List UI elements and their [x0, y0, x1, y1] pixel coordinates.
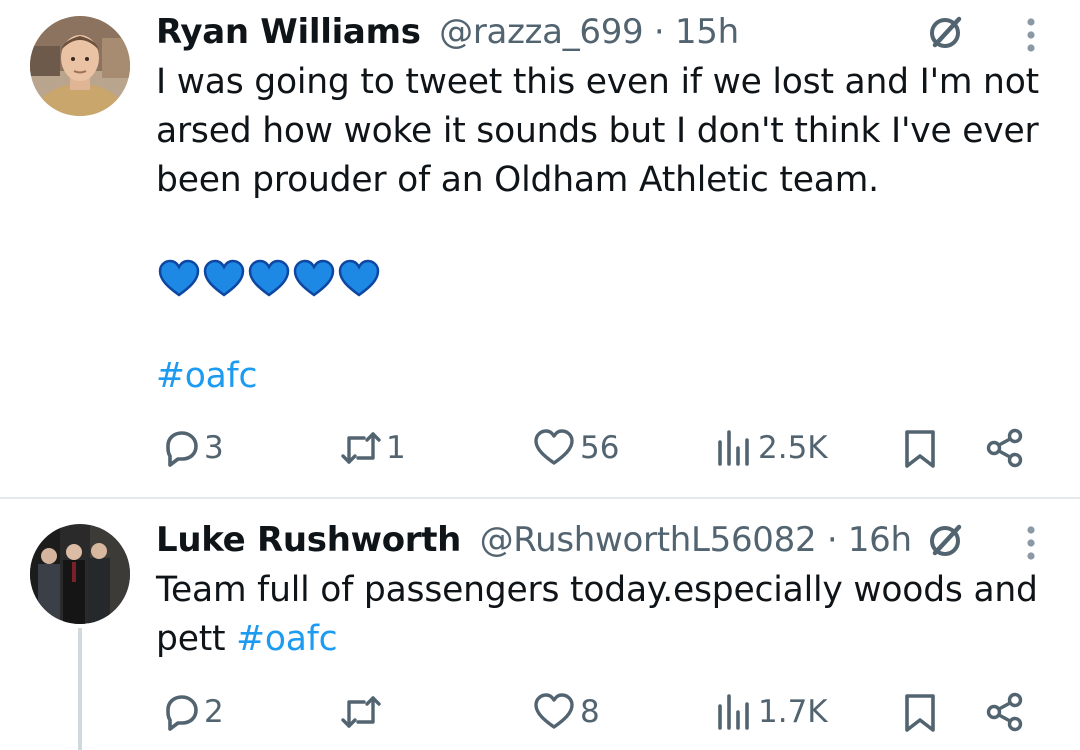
grok-icon[interactable] [926, 12, 966, 52]
like-count: 8 [580, 694, 600, 730]
retweet-icon [341, 432, 381, 464]
tweet-ryan-williams[interactable]: Ryan Williams @razza_699 · 15h I was goi… [0, 0, 1080, 498]
bookmark-icon [905, 430, 935, 468]
reply-icon [166, 695, 198, 731]
tweet-text-line: Team full of passengers today.especially… [156, 570, 1038, 610]
timestamp[interactable]: 15h [675, 12, 739, 52]
share-icon [986, 692, 1023, 732]
tweet-text-line: arsed how woke it sounds but I don't thi… [156, 111, 1039, 151]
tweet-text: I was going to tweet this even if we los… [156, 58, 1056, 205]
like-count: 56 [580, 430, 620, 466]
reply-button[interactable]: 2 [160, 690, 224, 734]
tweet-text-fragment: pett [156, 619, 226, 659]
reply-count: 3 [204, 430, 224, 466]
share-button[interactable] [985, 428, 1025, 472]
emoji-text: 💙💙💙💙💙 [158, 258, 164, 259]
thread-line [78, 628, 82, 750]
share-icon [986, 428, 1023, 468]
tweet-text-line: I was going to tweet this even if we los… [156, 62, 1039, 102]
bookmark-button[interactable] [902, 692, 938, 738]
reply-icon [166, 431, 198, 467]
retweet-button[interactable]: 1 [340, 426, 406, 470]
tweet-luke-rushworth[interactable]: Luke Rushworth @RushworthL56082 · 16h Te… [0, 498, 1080, 750]
heart-icon [534, 693, 574, 729]
heart-icon [534, 429, 574, 465]
retweet-button[interactable] [340, 690, 386, 734]
tweet-text-line: been prouder of an Oldham Athletic team. [156, 160, 879, 200]
share-button[interactable] [985, 692, 1025, 736]
views-button[interactable]: 2.5K [714, 426, 828, 470]
blue-heart-emoji-row: 💙💙💙💙💙 [158, 258, 388, 298]
bookmark-icon [905, 694, 935, 732]
views-count: 1.7K [758, 694, 828, 730]
author-handle[interactable]: @RushworthL56082 [480, 520, 817, 560]
blue-heart-emoji [158, 259, 380, 297]
avatar[interactable] [30, 524, 130, 624]
avatar[interactable] [30, 16, 130, 116]
hashtag-line: #oafc [156, 352, 1056, 401]
separator-dot: · [653, 12, 665, 52]
reply-count: 2 [204, 694, 224, 730]
tweet-header: Luke Rushworth @RushworthL56082 · 16h [156, 520, 912, 560]
tweet-text: Team full of passengers today.especially… [156, 566, 1056, 664]
retweet-count: 1 [386, 430, 406, 466]
views-count: 2.5K [758, 430, 828, 466]
author-handle[interactable]: @razza_699 [439, 12, 644, 52]
more-vertical-icon[interactable] [1023, 14, 1039, 58]
timestamp[interactable]: 16h [848, 520, 912, 560]
tweet-text-line-with-hashtag: pett #oafc [156, 615, 1056, 664]
hashtag-link[interactable]: #oafc [236, 619, 337, 659]
like-button[interactable]: 8 [532, 690, 600, 734]
author-name[interactable]: Luke Rushworth [156, 520, 461, 560]
views-icon [718, 430, 749, 466]
more-vertical-icon[interactable] [1023, 522, 1039, 566]
like-button[interactable]: 56 [532, 426, 619, 470]
separator-dot: · [826, 520, 838, 560]
reply-button[interactable]: 3 [160, 426, 224, 470]
grok-icon[interactable] [926, 520, 966, 560]
tweet-header: Ryan Williams @razza_699 · 15h [156, 12, 739, 52]
hashtag-link[interactable]: #oafc [156, 356, 257, 396]
retweet-icon [341, 696, 381, 728]
views-icon [718, 694, 749, 730]
author-name[interactable]: Ryan Williams [156, 12, 421, 52]
bookmark-button[interactable] [902, 428, 938, 474]
views-button[interactable]: 1.7K [714, 690, 828, 734]
